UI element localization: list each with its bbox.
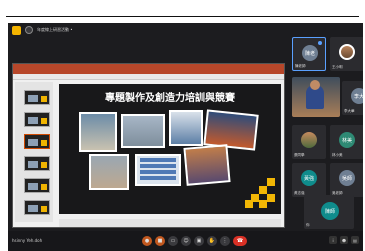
powerpoint-toolbar bbox=[13, 74, 284, 80]
slide-thumbnail[interactable] bbox=[24, 200, 50, 215]
participant-name: 張同學 bbox=[294, 153, 305, 157]
more-options-icon[interactable]: ⋮ bbox=[220, 236, 230, 246]
end-call-button[interactable]: ☎ bbox=[233, 236, 247, 246]
camera-icon[interactable]: ■ bbox=[155, 236, 165, 246]
call-controls: ● ■ ▭ ☺ ▣ ✋ ⋮ ☎ bbox=[142, 236, 247, 246]
slide-photo bbox=[183, 144, 231, 186]
self-view-tile[interactable]: 陳師 你 bbox=[304, 195, 354, 229]
slide-title: 專題製作及創造力培訓與競賽 bbox=[105, 93, 235, 104]
slide-canvas: 專題製作及創造力培訓與競賽 bbox=[59, 84, 281, 214]
meet-window: 年度線上研習活動 • 專題製作及創造力培訓與競賽 陳老 陳老師 王小明 李大 李… bbox=[8, 23, 363, 251]
avatar bbox=[339, 44, 355, 60]
participant-name: 王小明 bbox=[332, 65, 343, 69]
meeting-code-label: hsinny Yeh.doh bbox=[12, 238, 43, 243]
info-icon[interactable]: i bbox=[329, 236, 337, 244]
participant-name: 林小美 bbox=[332, 153, 343, 157]
shared-screen: 專題製作及創造力培訓與競賽 bbox=[12, 63, 285, 228]
slide-thumbnail[interactable] bbox=[24, 112, 50, 127]
slide-thumbnail[interactable] bbox=[24, 178, 50, 193]
slide-photo bbox=[169, 110, 203, 146]
participant-tile[interactable]: 王小明 bbox=[330, 37, 363, 71]
slide-thumbnails[interactable] bbox=[15, 82, 53, 222]
participant-tile[interactable]: 黃強 黃志強 bbox=[292, 163, 326, 197]
slide-photo-table bbox=[135, 154, 181, 186]
participant-tile[interactable]: 張同學 bbox=[292, 125, 326, 159]
participant-video-tile[interactable] bbox=[292, 77, 340, 117]
side-controls: i ☻ ▤ bbox=[329, 236, 359, 244]
avatar bbox=[301, 132, 317, 148]
avatar: 吳師 bbox=[339, 170, 355, 186]
slide-thumbnail[interactable] bbox=[24, 156, 50, 171]
divider bbox=[6, 16, 359, 17]
emoji-icon[interactable]: ☺ bbox=[181, 236, 191, 246]
participant-tile[interactable]: 林美 林小美 bbox=[330, 125, 363, 159]
speaking-icon bbox=[318, 41, 322, 45]
captions-icon[interactable]: ▭ bbox=[168, 236, 178, 246]
participant-name: 黃志強 bbox=[294, 191, 305, 195]
participant-name: 李大華 bbox=[344, 109, 355, 113]
meet-logo-icon bbox=[12, 25, 21, 35]
self-avatar: 陳師 bbox=[321, 202, 339, 220]
slide-photo bbox=[89, 154, 129, 190]
title-bar: 年度線上研習活動 • bbox=[8, 23, 363, 37]
powerpoint-ribbon bbox=[13, 64, 284, 74]
avatar: 林美 bbox=[339, 132, 355, 148]
checker-decoration bbox=[245, 178, 275, 208]
meeting-title: 年度線上研習活動 • bbox=[37, 27, 73, 32]
self-name: 你 bbox=[306, 223, 310, 227]
shield-icon[interactable] bbox=[25, 26, 33, 34]
participant-name: 陳老師 bbox=[295, 64, 306, 68]
avatar: 李大 bbox=[351, 88, 363, 104]
slide-photo bbox=[79, 112, 117, 152]
control-bar: hsinny Yeh.doh ● ■ ▭ ☺ ▣ ✋ ⋮ ☎ i ☻ ▤ bbox=[8, 231, 363, 251]
people-icon[interactable]: ☻ bbox=[340, 236, 348, 244]
avatar: 陳老 bbox=[302, 45, 318, 61]
present-icon[interactable]: ▣ bbox=[194, 236, 204, 246]
chat-icon[interactable]: ▤ bbox=[351, 236, 359, 244]
slide-thumbnail[interactable] bbox=[24, 90, 50, 105]
participant-tile[interactable]: 吳師 吳老師 bbox=[330, 163, 363, 197]
avatar: 黃強 bbox=[301, 170, 317, 186]
slide-photo bbox=[203, 109, 259, 151]
slide-photo bbox=[121, 114, 165, 148]
microphone-icon[interactable]: ● bbox=[142, 236, 152, 246]
person-head bbox=[310, 80, 320, 90]
slide-thumbnail-selected[interactable] bbox=[24, 134, 50, 149]
participant-tile[interactable]: 李大 李大華 bbox=[342, 81, 363, 115]
participant-tile[interactable]: 陳老 陳老師 bbox=[292, 37, 326, 71]
top-strip bbox=[0, 0, 365, 20]
raise-hand-icon[interactable]: ✋ bbox=[207, 236, 217, 246]
slide-status-bar bbox=[59, 219, 281, 227]
